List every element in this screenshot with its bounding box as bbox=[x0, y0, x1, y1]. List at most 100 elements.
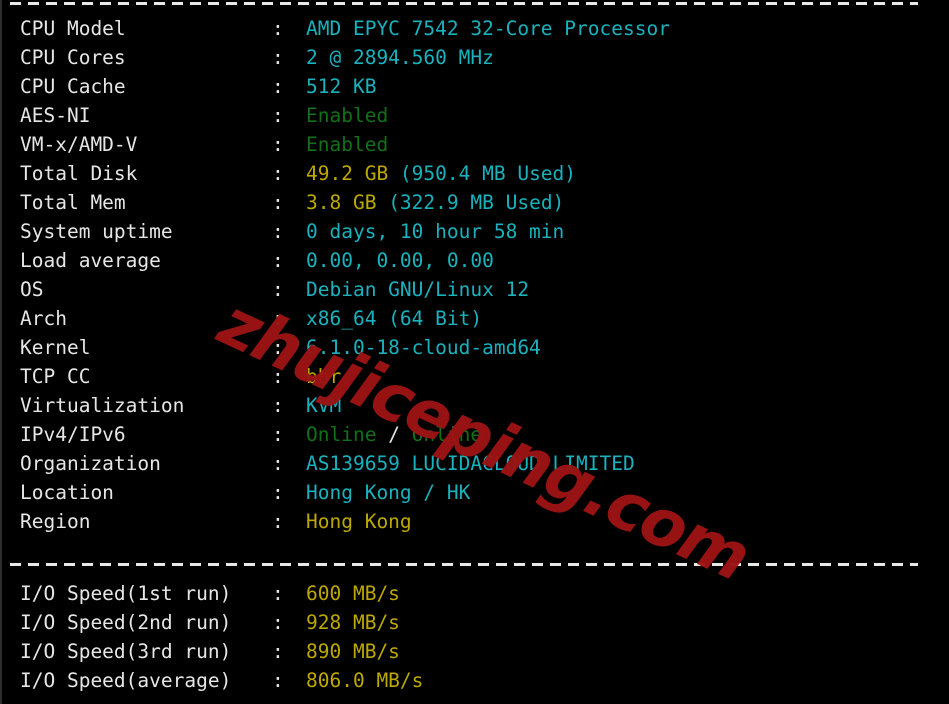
system-info-label: Load average bbox=[20, 249, 161, 272]
system-info-label: CPU Model bbox=[20, 17, 126, 40]
system-info-label: System uptime bbox=[20, 220, 173, 243]
system-info-value: (950.4 MB Used) bbox=[388, 162, 577, 185]
system-info-value: KVM bbox=[306, 394, 342, 417]
system-info-row: Region: Hong Kong bbox=[2, 507, 949, 536]
io-speed-value: 600 MB/s bbox=[306, 582, 400, 605]
colon-separator: : bbox=[272, 46, 284, 69]
colon-separator: : bbox=[272, 669, 284, 692]
system-info-row: Kernel:6.1.0-18-cloud-amd64 bbox=[2, 333, 949, 362]
io-speed-row: I/O Speed(2nd run):928 MB/s bbox=[2, 608, 949, 637]
dashed-rule bbox=[10, 2, 918, 5]
colon-separator: : bbox=[272, 336, 284, 359]
system-info-value: 512 KB bbox=[306, 75, 377, 98]
system-info-row: Arch: x86_64 (64 Bit) bbox=[2, 304, 949, 333]
io-speed-label: I/O Speed(2nd run) bbox=[20, 611, 232, 634]
system-info-label: AES-NI bbox=[20, 104, 91, 127]
system-info-row: CPU Cache:512 KB bbox=[2, 72, 949, 101]
io-speed-value: 928 MB/s bbox=[306, 611, 400, 634]
colon-separator: : bbox=[272, 307, 284, 330]
io-speed-value: 806.0 MB/s bbox=[306, 669, 424, 692]
separator-top bbox=[2, 0, 949, 14]
colon-separator: : bbox=[272, 220, 284, 243]
colon-separator: : bbox=[272, 510, 284, 533]
system-info-value: 3.8 GB bbox=[306, 191, 377, 214]
system-info-row: CPU Model: AMD EPYC 7542 32-Core Processo… bbox=[2, 14, 949, 43]
system-info-label: TCP CC bbox=[20, 365, 91, 388]
system-info-row: Load average:0.00, 0.00, 0.00 bbox=[2, 246, 949, 275]
terminal-window: CPU Model: AMD EPYC 7542 32-Core Processo… bbox=[0, 0, 949, 704]
io-speed-label: I/O Speed(1st run) bbox=[20, 582, 232, 605]
colon-separator: : bbox=[272, 582, 284, 605]
system-info-row: Total Mem:3.8 GB (322.9 MB Used) bbox=[2, 188, 949, 217]
system-info-value: Enabled bbox=[306, 133, 389, 156]
system-info-value: Online bbox=[411, 423, 483, 446]
system-info-value: / bbox=[376, 423, 412, 446]
system-info-row: VM-x/AMD-V: Enabled bbox=[2, 130, 949, 159]
system-info-value: Hong Kong / HK bbox=[306, 481, 471, 504]
system-info-value: bbr bbox=[306, 365, 342, 388]
system-info-value: (322.9 MB Used) bbox=[376, 191, 565, 214]
system-info-value: AS139659 LUCIDACLOUD LIMITED bbox=[306, 452, 635, 475]
system-info-label: Arch bbox=[20, 307, 67, 330]
system-info-value: AMD EPYC 7542 32-Core Processor bbox=[306, 17, 670, 40]
colon-separator: : bbox=[272, 191, 284, 214]
colon-separator: : bbox=[272, 249, 284, 272]
system-info-value: 2 @ 2894.560 MHz bbox=[306, 46, 494, 69]
system-info-label: Virtualization bbox=[20, 394, 185, 417]
io-speed-row: I/O Speed(1st run):600 MB/s bbox=[2, 579, 949, 608]
system-info-label: CPU Cache bbox=[20, 75, 126, 98]
colon-separator: : bbox=[272, 611, 284, 634]
io-speed-section: I/O Speed(1st run):600 MB/s I/O Speed(2nd… bbox=[2, 579, 949, 695]
dashed-rule bbox=[10, 563, 918, 566]
system-info-value: Debian GNU/Linux 12 bbox=[306, 278, 530, 301]
colon-separator: : bbox=[272, 452, 284, 475]
system-info-value: 0.00, 0.00, 0.00 bbox=[306, 249, 494, 272]
system-info-row: TCP CC: bbr bbox=[2, 362, 949, 391]
colon-separator: : bbox=[272, 423, 284, 446]
io-speed-label: I/O Speed(3rd run) bbox=[20, 640, 232, 663]
io-speed-label: I/O Speed(average) bbox=[20, 669, 232, 692]
separator-middle bbox=[2, 550, 949, 579]
io-speed-row: I/O Speed(3rd run):890 MB/s bbox=[2, 637, 949, 666]
system-info-row: AES-NI: Enabled bbox=[2, 101, 949, 130]
system-info-label: VM-x/AMD-V bbox=[20, 133, 138, 156]
io-speed-value: 890 MB/s bbox=[306, 640, 400, 663]
system-info-label: Kernel bbox=[20, 336, 91, 359]
colon-separator: : bbox=[272, 640, 284, 663]
system-info-value: Enabled bbox=[306, 104, 389, 127]
system-info-label: Total Disk bbox=[20, 162, 138, 185]
system-info-row: IPv4/IPv6: Online / Online bbox=[2, 420, 949, 449]
system-info-label: Organization bbox=[20, 452, 161, 475]
colon-separator: : bbox=[272, 75, 284, 98]
system-info-label: IPv4/IPv6 bbox=[20, 423, 126, 446]
system-info-value: x86_64 (64 Bit) bbox=[306, 307, 483, 330]
system-info-row: Total Disk:49.2 GB (950.4 MB Used) bbox=[2, 159, 949, 188]
colon-separator: : bbox=[272, 133, 284, 156]
system-info-label: Total Mem bbox=[20, 191, 126, 214]
system-info-row: Location: Hong Kong / HK bbox=[2, 478, 949, 507]
system-info-label: CPU Cores bbox=[20, 46, 126, 69]
colon-separator: : bbox=[272, 162, 284, 185]
system-info-value: 6.1.0-18-cloud-amd64 bbox=[306, 336, 541, 359]
system-info-row: System uptime:0 days, 10 hour 58 min bbox=[2, 217, 949, 246]
system-info-row: OS: Debian GNU/Linux 12 bbox=[2, 275, 949, 304]
colon-separator: : bbox=[272, 278, 284, 301]
colon-separator: : bbox=[272, 481, 284, 504]
system-info-row: Virtualization: KVM bbox=[2, 391, 949, 420]
colon-separator: : bbox=[272, 104, 284, 127]
system-info-value: Online bbox=[306, 423, 377, 446]
colon-separator: : bbox=[272, 394, 284, 417]
system-info-label: OS bbox=[20, 278, 44, 301]
system-info-value: 49.2 GB bbox=[306, 162, 389, 185]
system-info-label: Location bbox=[20, 481, 114, 504]
io-speed-row: I/O Speed(average):806.0 MB/s bbox=[2, 666, 949, 695]
colon-separator: : bbox=[272, 365, 284, 388]
system-info-row: Organization: AS139659 LUCIDACLOUD LIMITE… bbox=[2, 449, 949, 478]
colon-separator: : bbox=[272, 17, 284, 40]
system-info-value: Hong Kong bbox=[306, 510, 412, 533]
system-info-row: CPU Cores:2 @ 2894.560 MHz bbox=[2, 43, 949, 72]
system-info-value: 0 days, 10 hour 58 min bbox=[306, 220, 565, 243]
system-info-label: Region bbox=[20, 510, 91, 533]
